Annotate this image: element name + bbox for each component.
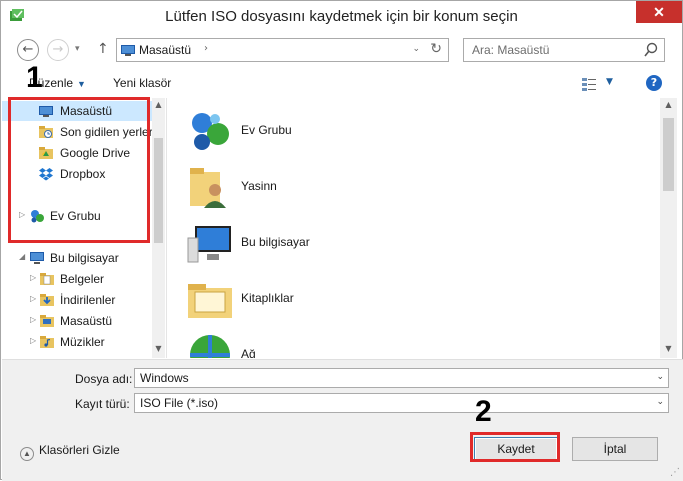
chevron-right-icon[interactable]: › [204, 43, 208, 54]
expand-arrow-icon[interactable]: ▷ [30, 315, 36, 324]
filename-label: Dosya adı: [75, 372, 133, 386]
list-item[interactable]: Ev Grubu [185, 106, 565, 156]
address-bar[interactable]: Masaüstü › ⌄ ↻ [116, 38, 449, 62]
sidebar-item-label: İndirilenler [60, 293, 116, 307]
sidebar-item-documents[interactable]: ▷ Belgeler [2, 269, 152, 289]
computer-icon [187, 226, 231, 263]
expand-arrow-icon[interactable]: ▷ [30, 294, 36, 303]
item-label: Kitaplıklar [241, 291, 294, 305]
callout-number-2: 2 [475, 395, 492, 428]
computer-icon [30, 252, 44, 264]
item-label: Bu bilgisayar [241, 235, 310, 249]
documents-folder-icon [40, 273, 54, 285]
address-row: ← → ▾ ↑ Masaüstü › ⌄ ↻ Ara: Masaüstü [1, 38, 682, 64]
window-title: Lütfen ISO dosyasını kaydetmek için bir … [165, 8, 518, 25]
list-item[interactable]: Yasinn [185, 162, 565, 212]
scroll-down-icon[interactable]: ▼ [660, 344, 677, 353]
change-view-icon[interactable] [581, 76, 597, 92]
item-label: Ağ [241, 347, 256, 358]
command-bar: Düzenle ▼ Yeni klasör ▼ ? [1, 71, 682, 97]
desktop-folder-icon [40, 315, 54, 327]
sidebar-item-label: Bu bilgisayar [50, 251, 119, 265]
highlight-box-save [470, 432, 560, 462]
sidebar-item-label: Masaüstü [60, 314, 113, 328]
filename-field[interactable]: Windows ⌄ [134, 368, 669, 388]
view-options-dropdown[interactable]: ▼ [606, 77, 613, 87]
filetype-select[interactable]: ISO File (*.iso) ⌄ [134, 393, 669, 413]
file-list-scrollbar[interactable]: ▲ ▼ [660, 98, 677, 358]
address-history-dropdown[interactable]: ⌄ [412, 44, 420, 54]
file-list: Ev Grubu Yasinn Bu bilgisayar Kitaplıkla… [166, 98, 679, 358]
list-item[interactable]: Kitaplıklar [185, 274, 565, 324]
libraries-icon [188, 284, 232, 318]
refresh-button[interactable]: ↻ [430, 41, 442, 57]
search-placeholder: Ara: Masaüstü [472, 43, 550, 57]
title-bar: Lütfen ISO dosyasını kaydetmek için bir … [1, 1, 682, 35]
sidebar-item-desktop-folder[interactable]: ▷ Masaüstü [2, 311, 152, 331]
sidebar-item-label: Müzikler [60, 335, 105, 349]
collapse-arrow-icon[interactable]: ◢ [19, 252, 25, 261]
expand-arrow-icon[interactable]: ▷ [30, 273, 36, 282]
scroll-down-icon[interactable]: ▼ [152, 344, 165, 353]
chevron-down-icon[interactable]: ⌄ [656, 372, 664, 382]
save-form: Dosya adı: Windows ⌄ Kayıt türü: ISO Fil… [2, 359, 683, 481]
scrollbar-thumb[interactable] [663, 118, 674, 191]
desktop-icon [121, 45, 135, 56]
forward-button[interactable]: → [47, 39, 69, 61]
collapse-up-icon: ▲ [20, 447, 34, 461]
sidebar-item-music[interactable]: ▷ Müzikler [2, 332, 152, 352]
up-button[interactable]: ↑ [97, 41, 109, 57]
list-item[interactable]: Ağ [185, 330, 565, 358]
filename-value[interactable]: Windows [140, 371, 189, 385]
new-folder-button[interactable]: Yeni klasör [113, 76, 171, 90]
network-icon [190, 335, 230, 358]
callout-number-1: 1 [26, 61, 43, 94]
downloads-folder-icon [40, 294, 54, 306]
recent-locations-dropdown[interactable]: ▾ [75, 44, 80, 54]
sidebar-item-downloads[interactable]: ▷ İndirilenler [2, 290, 152, 310]
expand-arrow-icon[interactable]: ▷ [30, 336, 36, 345]
resize-grip-icon[interactable]: ⋰ [670, 467, 680, 478]
filetype-label: Kayıt türü: [75, 397, 130, 411]
sidebar-item-label: Belgeler [60, 272, 105, 286]
hide-folders-button[interactable]: ▲ Klasörleri Gizle [20, 443, 120, 461]
save-dialog: Lütfen ISO dosyasını kaydetmek için bir … [0, 0, 683, 481]
music-folder-icon [40, 336, 54, 348]
filetype-value[interactable]: ISO File (*.iso) [140, 396, 218, 410]
list-item[interactable]: Bu bilgisayar [185, 218, 565, 268]
back-button[interactable]: ← [17, 39, 39, 61]
chevron-down-icon: ▼ [77, 79, 86, 89]
highlight-box-favorites [8, 97, 150, 243]
scroll-up-icon[interactable]: ▲ [660, 100, 677, 109]
close-button[interactable]: ✕ [636, 1, 682, 23]
navigation-scrollbar[interactable]: ▲ ▼ [152, 98, 165, 358]
user-folder-icon [190, 168, 226, 208]
scrollbar-thumb[interactable] [154, 138, 163, 243]
search-icon[interactable] [644, 42, 658, 58]
hide-folders-label: Klasörleri Gizle [39, 443, 120, 457]
chevron-down-icon[interactable]: ⌄ [656, 397, 664, 407]
item-label: Yasinn [241, 179, 277, 193]
item-label: Ev Grubu [241, 123, 292, 137]
scroll-up-icon[interactable]: ▲ [152, 100, 165, 109]
address-location[interactable]: Masaüstü [139, 43, 191, 57]
homegroup-icon [192, 113, 229, 150]
search-input[interactable]: Ara: Masaüstü [463, 38, 665, 62]
help-icon[interactable]: ? [646, 75, 662, 91]
sidebar-item-this-pc[interactable]: ◢ Bu bilgisayar [2, 248, 152, 268]
cancel-button[interactable]: İptal [572, 437, 658, 461]
